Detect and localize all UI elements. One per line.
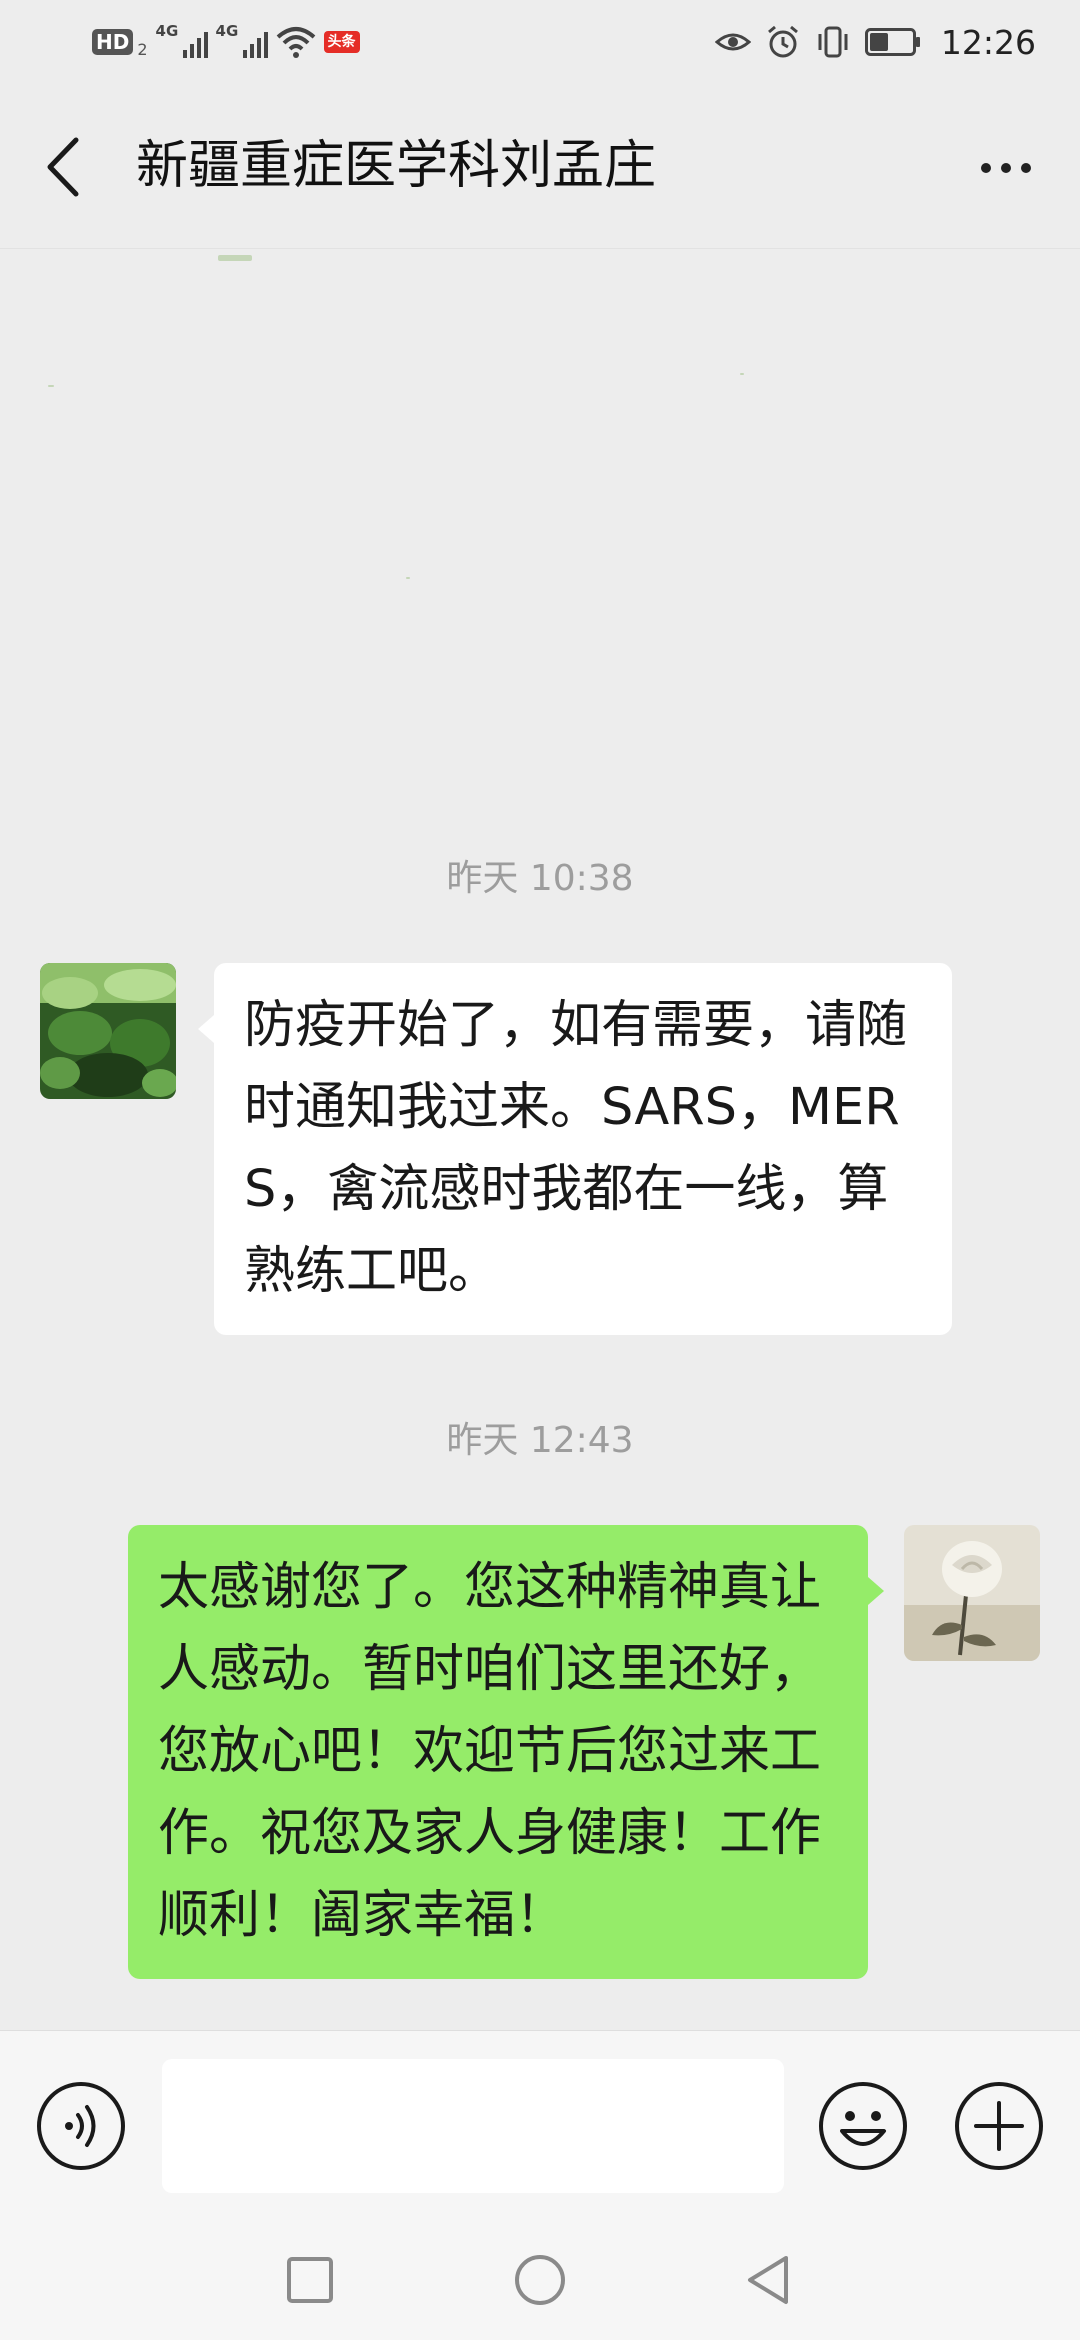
bubble-tail: [868, 1577, 884, 1605]
message-input-bar: [0, 2030, 1080, 2221]
chat-area[interactable]: 昨天 10:38 防疫开始了，如有需要，请随时通知我过来。SARS，MERS，禽…: [0, 249, 1080, 2029]
message-input[interactable]: [162, 2059, 784, 2193]
chat-header: 新疆重症医学科刘孟庄: [0, 84, 1080, 249]
back-button[interactable]: [36, 134, 96, 200]
more-button[interactable]: [968, 140, 1044, 196]
eye-icon: [714, 33, 751, 51]
message-timestamp: 昨天 12:43: [446, 1420, 634, 1461]
contact-avatar[interactable]: [40, 963, 176, 1099]
alarm-icon: [767, 25, 798, 58]
bubble-tail: [198, 1015, 214, 1043]
user-avatar[interactable]: [904, 1525, 1040, 1661]
decorative-speck: [48, 385, 54, 387]
network-label: 4G: [215, 22, 239, 40]
plus-icon: [955, 2082, 1043, 2170]
wifi-icon: [276, 27, 315, 58]
signal-icon: 4G: [156, 22, 208, 62]
status-right: 12:26: [714, 20, 1036, 64]
more-functions-button[interactable]: [954, 2081, 1044, 2171]
decorative-speck: [406, 577, 410, 579]
back-nav-button[interactable]: [738, 2250, 798, 2310]
battery-icon: [864, 28, 920, 56]
system-nav-bar: [0, 2220, 1080, 2340]
status-left: HD 2 4G 4G 头条: [92, 22, 360, 62]
recent-apps-button[interactable]: [280, 2250, 340, 2310]
leaf-photo: [40, 963, 176, 1099]
status-bar: HD 2 4G 4G 头条 12:26: [0, 0, 1080, 84]
decorative-speck: [218, 255, 252, 261]
voice-button[interactable]: [36, 2081, 126, 2171]
home-icon: [515, 2255, 565, 2305]
message-timestamp: 昨天 10:38: [446, 858, 634, 899]
hd-sub-label: 2: [137, 39, 148, 59]
vibrate-icon: [818, 26, 848, 58]
outgoing-message-bubble[interactable]: 太感谢您了。您这种精神真让人感动。暂时咱们这里还好，您放心吧！欢迎节后您过来工作…: [128, 1525, 868, 1979]
emoji-icon: [819, 2082, 907, 2170]
status-time: 12:26: [940, 22, 1036, 62]
news-app-icon: 头条: [323, 31, 360, 53]
signal-icon: 4G: [216, 22, 268, 62]
voice-icon: [37, 2082, 125, 2170]
emoji-button[interactable]: [818, 2081, 908, 2171]
back-icon: [47, 137, 79, 197]
incoming-message-bubble[interactable]: 防疫开始了，如有需要，请随时通知我过来。SARS，MERS，禽流感时我都在一线，…: [214, 963, 952, 1335]
home-button[interactable]: [510, 2250, 570, 2310]
network-label: 4G: [155, 22, 179, 40]
decorative-speck: [740, 373, 744, 375]
chat-title: 新疆重症医学科刘孟庄: [136, 136, 657, 196]
rose-photo: [904, 1525, 1040, 1661]
hd-badge: HD: [92, 29, 134, 55]
more-icon: [981, 163, 1031, 173]
recent-apps-icon: [287, 2257, 333, 2303]
back-nav-icon: [748, 2256, 788, 2304]
